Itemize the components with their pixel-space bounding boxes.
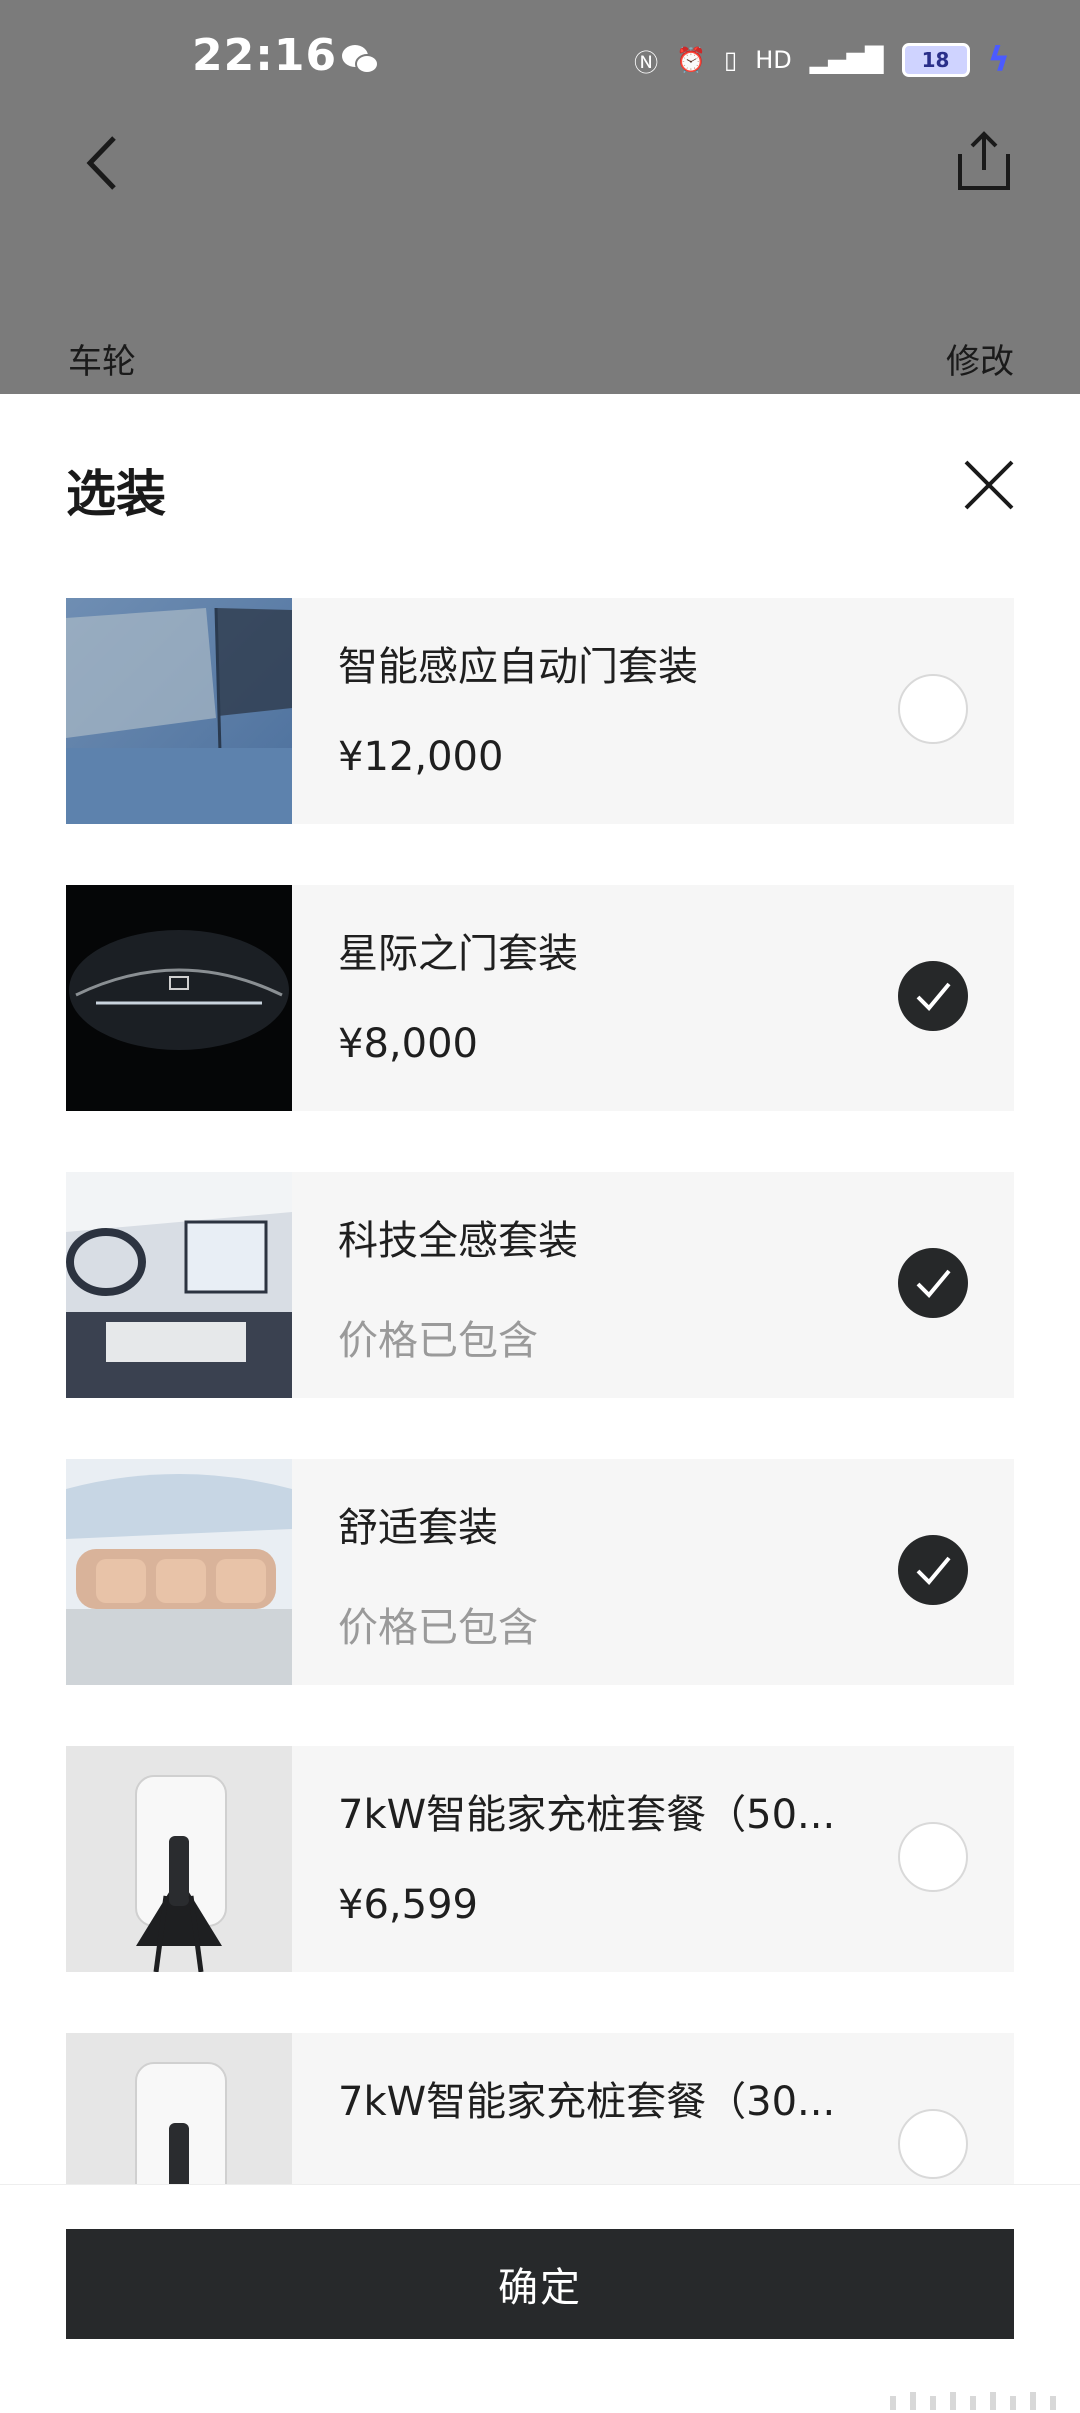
edit-link[interactable]: 修改	[946, 334, 1014, 383]
option-card[interactable]: 7kW智能家充桩套餐（50... ¥6,599	[66, 1746, 1014, 1972]
option-name: 7kW智能家充桩套餐（50...	[338, 1792, 836, 1838]
close-icon[interactable]	[962, 458, 1016, 512]
back-icon[interactable]	[78, 128, 128, 198]
option-price: 价格已包含	[338, 1605, 538, 1651]
vibrate-icon: ▯	[723, 46, 738, 74]
check-icon	[916, 982, 951, 1011]
option-name: 智能感应自动门套装	[338, 644, 698, 690]
sheet-title: 选装	[66, 465, 166, 523]
option-radio-checked[interactable]	[898, 961, 968, 1031]
option-card[interactable]: 星际之门套装 ¥8,000	[66, 885, 1014, 1111]
option-radio[interactable]	[898, 1822, 968, 1892]
option-name: 科技全感套装	[338, 1218, 578, 1264]
sheet-footer: 确定	[0, 2184, 1080, 2413]
option-price: ¥12,000	[338, 734, 504, 780]
wheels-label: 车轮	[68, 342, 136, 382]
option-radio-checked[interactable]	[898, 1248, 968, 1318]
option-image	[66, 1172, 292, 1398]
option-price: 价格已包含	[338, 1318, 538, 1364]
option-image	[66, 598, 292, 824]
option-name: 舒适套装	[338, 1505, 498, 1551]
status-icons: Ⓝ ⏰ ▯ HD ▂▄▆█ 18 ϟ	[634, 40, 1010, 80]
status-bar: 22:16 Ⓝ ⏰ ▯ HD ▂▄▆█ 18 ϟ	[0, 0, 1080, 120]
share-icon[interactable]	[954, 128, 1014, 192]
home-indicator	[890, 2392, 1056, 2410]
wechat-icon	[342, 45, 379, 74]
hd-icon: HD	[755, 46, 792, 74]
option-card[interactable]: 智能感应自动门套装 ¥12,000	[66, 598, 1014, 824]
option-radio-checked[interactable]	[898, 1535, 968, 1605]
signal-icon: ▂▄▆█	[809, 46, 884, 74]
options-sheet: 选装 智能感应自动门套装 ¥12,000 星际之门套装 ¥8,000 科技全感套…	[0, 394, 1080, 2412]
option-radio[interactable]	[898, 2109, 968, 2179]
option-price: ¥6,599	[338, 1882, 478, 1928]
option-radio[interactable]	[898, 674, 968, 744]
option-price: ¥8,000	[338, 1021, 478, 1067]
option-image	[66, 885, 292, 1111]
option-name: 7kW智能家充桩套餐（30...	[338, 2079, 836, 2125]
status-time: 22:16	[192, 30, 338, 81]
confirm-button[interactable]: 确定	[66, 2229, 1014, 2339]
option-name: 星际之门套装	[338, 931, 578, 977]
charging-icon: ϟ	[987, 40, 1010, 80]
option-card[interactable]: 舒适套装 价格已包含	[66, 1459, 1014, 1685]
check-icon	[916, 1556, 951, 1585]
option-image	[66, 1746, 292, 1972]
nfc-icon: Ⓝ	[634, 48, 659, 77]
alarm-icon: ⏰	[676, 46, 706, 74]
battery-icon: 18	[901, 43, 970, 77]
option-card[interactable]: 科技全感套装 价格已包含	[66, 1172, 1014, 1398]
option-image	[66, 1459, 292, 1685]
options-list: 智能感应自动门套装 ¥12,000 星际之门套装 ¥8,000 科技全感套装 价…	[66, 598, 1014, 2320]
background-page: 22:16 Ⓝ ⏰ ▯ HD ▂▄▆█ 18 ϟ 车轮 修改	[0, 0, 1080, 394]
check-icon	[916, 1269, 951, 1298]
